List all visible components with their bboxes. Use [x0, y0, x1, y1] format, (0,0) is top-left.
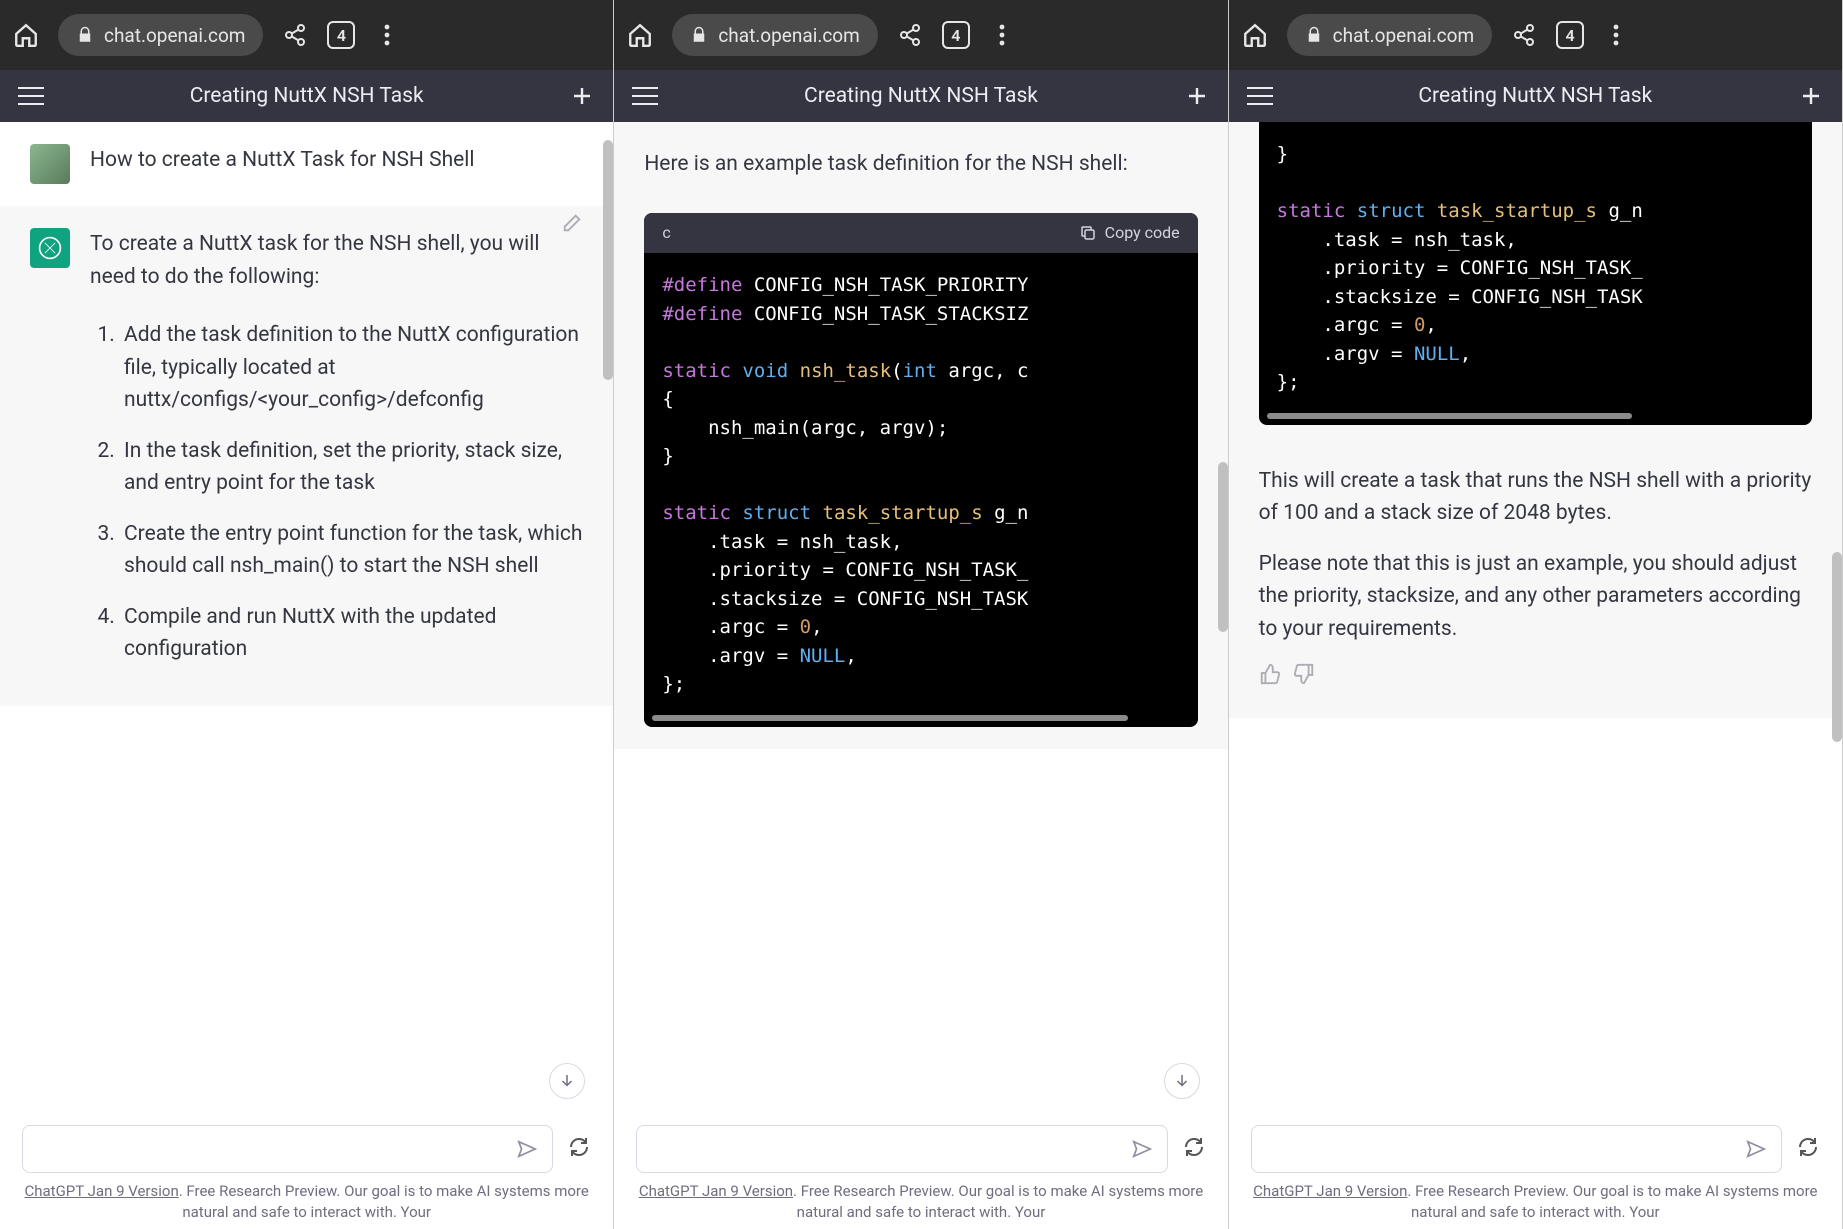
- copy-code-button[interactable]: Copy code: [1079, 221, 1180, 246]
- url-text: chat.openai.com: [718, 24, 859, 47]
- code-content: } static struct task_startup_s g_n .task…: [1259, 122, 1812, 425]
- composer: ChatGPT Jan 9 Version. Free Research Pre…: [0, 1111, 613, 1229]
- home-icon[interactable]: [1241, 21, 1269, 49]
- version-link[interactable]: ChatGPT Jan 9 Version: [1253, 1182, 1407, 1200]
- scrollbar[interactable]: [1832, 552, 1842, 742]
- app-header: Creating NuttX NSH Task: [614, 70, 1227, 122]
- composer: ChatGPT Jan 9 Version. Free Research Pre…: [614, 1111, 1227, 1229]
- pane-1: chat.openai.com 4 Creating NuttX NSH Tas…: [0, 0, 614, 1229]
- disclaimer: ChatGPT Jan 9 Version. Free Research Pre…: [22, 1181, 591, 1223]
- chat-input[interactable]: [636, 1125, 1167, 1173]
- send-icon[interactable]: [1745, 1138, 1767, 1164]
- chat-input[interactable]: [22, 1125, 553, 1173]
- code-language: c: [662, 221, 670, 246]
- app-header: Creating NuttX NSH Task: [0, 70, 613, 122]
- url-bar[interactable]: chat.openai.com: [672, 14, 877, 56]
- version-link[interactable]: ChatGPT Jan 9 Version: [639, 1182, 793, 1200]
- scroll-down-button[interactable]: [1164, 1063, 1200, 1099]
- browser-chrome: chat.openai.com 4: [1229, 0, 1842, 70]
- scrollbar[interactable]: [1218, 462, 1228, 632]
- followup-text: This will create a task that runs the NS…: [1259, 465, 1812, 530]
- code-intro: Here is an example task definition for t…: [644, 148, 1197, 181]
- thumbs-up-icon[interactable]: [1259, 663, 1281, 696]
- home-icon[interactable]: [626, 21, 654, 49]
- scrollbar[interactable]: [603, 140, 613, 380]
- url-bar[interactable]: chat.openai.com: [58, 14, 263, 56]
- share-icon[interactable]: [1510, 21, 1538, 49]
- scroll-down-button[interactable]: [549, 1063, 585, 1099]
- new-chat-icon[interactable]: [567, 81, 597, 111]
- lock-icon: [76, 26, 94, 44]
- page-title: Creating NuttX NSH Task: [190, 84, 424, 108]
- feedback-buttons: [1259, 663, 1812, 696]
- code-block: c Copy code #define CONFIG_NSH_TASK_PRIO…: [644, 213, 1197, 727]
- assistant-intro: To create a NuttX task for the NSH shell…: [90, 228, 583, 293]
- lock-icon: [690, 26, 708, 44]
- thumbs-down-icon[interactable]: [1293, 663, 1315, 696]
- version-link[interactable]: ChatGPT Jan 9 Version: [25, 1182, 179, 1200]
- code-h-scrollbar[interactable]: [1267, 413, 1632, 419]
- page-title: Creating NuttX NSH Task: [804, 84, 1038, 108]
- assistant-avatar: [30, 228, 70, 268]
- pane-2: chat.openai.com 4 Creating NuttX NSH Tas…: [614, 0, 1228, 1229]
- share-icon[interactable]: [281, 21, 309, 49]
- conversation-scroll: How to create a NuttX Task for NSH Shell…: [0, 122, 613, 1111]
- conversation-scroll: Here is an example task definition for t…: [614, 122, 1227, 1111]
- share-icon[interactable]: [896, 21, 924, 49]
- new-chat-icon[interactable]: [1796, 81, 1826, 111]
- menu-icon[interactable]: [1245, 81, 1275, 111]
- regenerate-icon[interactable]: [1182, 1135, 1206, 1163]
- steps-list: Add the task definition to the NuttX con…: [90, 319, 583, 666]
- disclaimer: ChatGPT Jan 9 Version. Free Research Pre…: [636, 1181, 1205, 1223]
- send-icon[interactable]: [1131, 1138, 1153, 1164]
- browser-chrome: chat.openai.com 4: [614, 0, 1227, 70]
- followup-text: Please note that this is just an example…: [1259, 548, 1812, 646]
- regenerate-icon[interactable]: [1796, 1135, 1820, 1163]
- kebab-menu-icon[interactable]: [1602, 21, 1630, 49]
- home-icon[interactable]: [12, 21, 40, 49]
- assistant-message: Here is an example task definition for t…: [614, 122, 1227, 749]
- send-icon[interactable]: [516, 1138, 538, 1164]
- assistant-message: } static struct task_startup_s g_n .task…: [1229, 122, 1842, 718]
- conversation-scroll: } static struct task_startup_s g_n .task…: [1229, 122, 1842, 1111]
- lock-icon: [1305, 26, 1323, 44]
- list-item: Add the task definition to the NuttX con…: [120, 319, 583, 417]
- user-text: How to create a NuttX Task for NSH Shell: [90, 144, 583, 184]
- regenerate-icon[interactable]: [567, 1135, 591, 1163]
- url-text: chat.openai.com: [1333, 24, 1474, 47]
- app-header: Creating NuttX NSH Task: [1229, 70, 1842, 122]
- code-content: #define CONFIG_NSH_TASK_PRIORITY #define…: [644, 253, 1197, 727]
- pane-3: chat.openai.com 4 Creating NuttX NSH Tas…: [1229, 0, 1843, 1229]
- assistant-message: To create a NuttX task for the NSH shell…: [0, 206, 613, 706]
- chat-input[interactable]: [1251, 1125, 1782, 1173]
- menu-icon[interactable]: [630, 81, 660, 111]
- new-chat-icon[interactable]: [1182, 81, 1212, 111]
- code-block: } static struct task_startup_s g_n .task…: [1259, 122, 1812, 425]
- list-item: Compile and run NuttX with the updated c…: [120, 601, 583, 666]
- menu-icon[interactable]: [16, 81, 46, 111]
- code-h-scrollbar[interactable]: [652, 715, 1127, 721]
- disclaimer: ChatGPT Jan 9 Version. Free Research Pre…: [1251, 1181, 1820, 1223]
- url-text: chat.openai.com: [104, 24, 245, 47]
- kebab-menu-icon[interactable]: [988, 21, 1016, 49]
- list-item: In the task definition, set the priority…: [120, 435, 583, 500]
- kebab-menu-icon[interactable]: [373, 21, 401, 49]
- user-message: How to create a NuttX Task for NSH Shell: [0, 122, 613, 206]
- browser-chrome: chat.openai.com 4: [0, 0, 613, 70]
- list-item: Create the entry point function for the …: [120, 518, 583, 583]
- user-avatar: [30, 144, 70, 184]
- tab-count-badge[interactable]: 4: [1556, 21, 1584, 49]
- tab-count-badge[interactable]: 4: [942, 21, 970, 49]
- page-title: Creating NuttX NSH Task: [1418, 84, 1652, 108]
- url-bar[interactable]: chat.openai.com: [1287, 14, 1492, 56]
- edit-icon[interactable]: [561, 212, 583, 245]
- tab-count-badge[interactable]: 4: [327, 21, 355, 49]
- composer: ChatGPT Jan 9 Version. Free Research Pre…: [1229, 1111, 1842, 1229]
